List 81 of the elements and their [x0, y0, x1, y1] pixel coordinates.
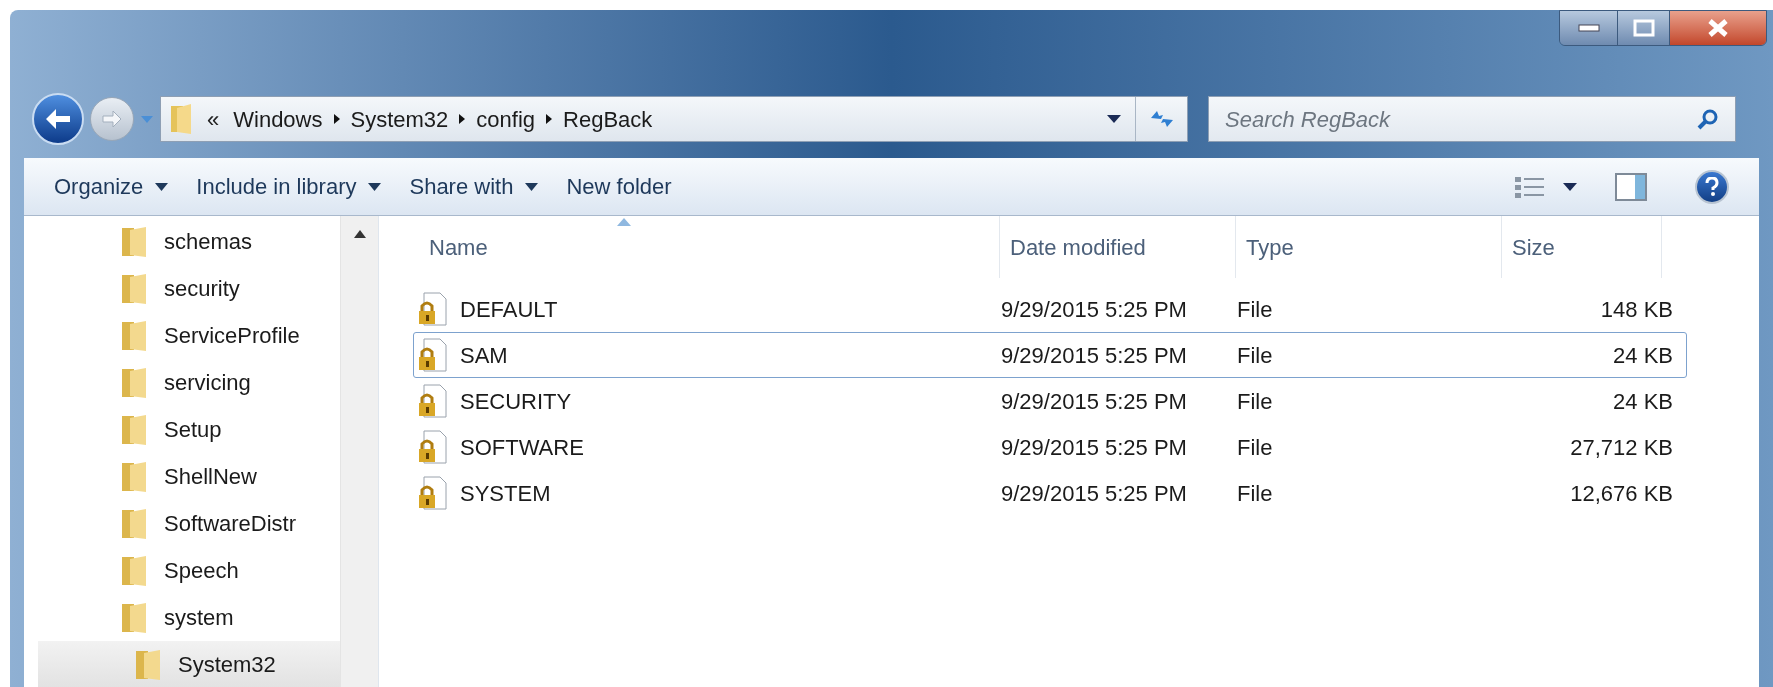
table-cell-text: 24 KB [1613, 341, 1673, 370]
search-icon [1697, 108, 1719, 130]
breadcrumb-arrow-icon[interactable] [332, 113, 341, 125]
sort-ascending-icon [617, 218, 631, 226]
nav-item[interactable]: Setup [24, 406, 340, 453]
table-cell-text: 12,676 KB [1570, 479, 1673, 508]
search-field[interactable]: Search RegBack [1208, 96, 1736, 142]
table-cell-text: 27,712 KB [1570, 433, 1673, 462]
nav-item[interactable]: ServiceProfile [24, 312, 340, 359]
folder-icon [169, 102, 193, 136]
breadcrumb[interactable]: Windows [233, 102, 323, 136]
nav-item[interactable]: system [24, 594, 340, 641]
table-cell-text: File [1237, 433, 1273, 462]
table-cell-text: SECURITY [460, 387, 572, 416]
dropdown-caret-icon[interactable] [1107, 115, 1121, 123]
close-button[interactable] [1670, 11, 1766, 45]
file-row[interactable]: SAM 9/29/2015 5:25 PM File 24 KB [413, 332, 1687, 378]
column-header[interactable]: Name [419, 216, 1000, 278]
file-row[interactable]: SOFTWARE 9/29/2015 5:25 PM File 27,712 KB [413, 424, 1687, 470]
locked-file-icon [418, 476, 448, 510]
table-cell-text: 9/29/2015 5:25 PM [1001, 341, 1187, 370]
column-header[interactable]: Type [1236, 216, 1502, 278]
locked-file-icon [418, 292, 448, 326]
preview-pane-button[interactable] [1615, 172, 1647, 201]
view-options-button[interactable] [1515, 174, 1577, 199]
scroll-up-icon[interactable] [353, 230, 366, 238]
breadcrumb[interactable]: config [476, 102, 536, 136]
address-bar[interactable]: « Windows System32 config RegBack [160, 96, 1188, 142]
breadcrumb-arrow-icon[interactable] [545, 113, 554, 125]
nav-item[interactable]: security [24, 265, 340, 312]
table-cell-text: File [1237, 295, 1273, 324]
table-cell-text: 24 KB [1613, 387, 1673, 416]
details-view-icon [1515, 174, 1545, 199]
table-cell-text: SAM [460, 341, 508, 370]
help-button[interactable] [1695, 169, 1729, 204]
breadcrumb[interactable]: System32 [350, 102, 449, 136]
nav-item[interactable]: servicing [24, 359, 340, 406]
minimize-button[interactable] [1560, 11, 1618, 45]
table-cell-text: DEFAULT [460, 295, 558, 324]
overflow-chevron[interactable]: « [207, 102, 220, 136]
nav-item[interactable]: Speech [24, 547, 340, 594]
table-cell-text: File [1237, 341, 1273, 370]
table-cell-text: 9/29/2015 5:25 PM [1001, 295, 1187, 324]
file-row[interactable]: SECURITY 9/29/2015 5:25 PM File 24 KB [413, 378, 1687, 424]
file-row[interactable]: DEFAULT 9/29/2015 5:25 PM File 148 KB [413, 286, 1687, 332]
table-cell-text: SOFTWARE [460, 433, 584, 462]
table-cell-text: 148 KB [1600, 295, 1673, 324]
search-input: Search RegBack [1225, 102, 1697, 136]
preview-pane-icon [1615, 172, 1647, 201]
scrollbar[interactable] [340, 216, 378, 687]
close-icon [1707, 18, 1729, 38]
locked-file-icon [418, 384, 448, 418]
table-cell-text: File [1237, 479, 1273, 508]
nav-item[interactable]: SoftwareDistr [24, 500, 340, 547]
locked-file-icon [418, 430, 448, 464]
caret-icon [1563, 182, 1577, 191]
table-cell-text: 9/29/2015 5:25 PM [1001, 433, 1187, 462]
maximize-button[interactable] [1618, 11, 1670, 45]
nav-item[interactable]: System32 [38, 641, 340, 687]
minimize-icon [1577, 24, 1600, 32]
back-button[interactable] [32, 93, 84, 145]
column-header[interactable]: Date modified [1000, 216, 1236, 278]
back-arrow-icon [44, 107, 72, 131]
breadcrumb-arrow-icon[interactable] [458, 113, 467, 125]
nav-item[interactable]: schemas [24, 218, 340, 265]
file-row[interactable]: SYSTEM 9/29/2015 5:25 PM File 12,676 KB [413, 470, 1687, 516]
breadcrumb[interactable]: RegBack [563, 102, 653, 136]
maximize-icon [1632, 19, 1655, 37]
locked-file-icon [418, 338, 448, 372]
toolbar-button[interactable]: New folder [566, 170, 672, 203]
forward-arrow-icon [101, 109, 123, 129]
table-cell-text: File [1237, 387, 1273, 416]
table-cell-text: 9/29/2015 5:25 PM [1001, 387, 1187, 416]
table-cell-text: SYSTEM [460, 479, 551, 508]
help-icon [1705, 176, 1719, 197]
toolbar-button[interactable]: Include in library [196, 170, 382, 203]
nav-item[interactable]: ShellNew [24, 453, 340, 500]
column-header[interactable]: Size [1502, 216, 1662, 278]
toolbar-button[interactable]: Organize [54, 170, 169, 203]
table-cell-text: 9/29/2015 5:25 PM [1001, 479, 1187, 508]
toolbar-button[interactable]: Share with [409, 170, 539, 203]
